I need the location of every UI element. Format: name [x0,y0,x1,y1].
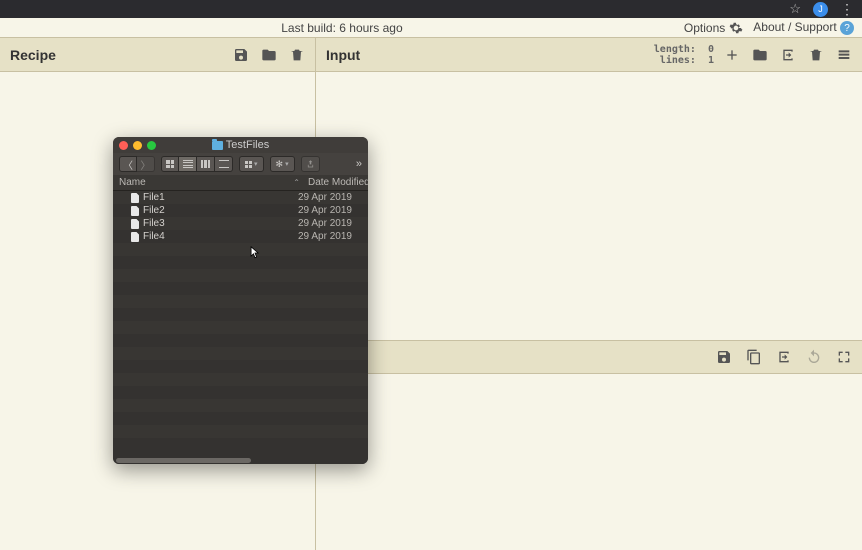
minimize-window-icon[interactable] [133,141,142,150]
close-window-icon[interactable] [119,141,128,150]
column-name-header[interactable]: Name [119,177,293,188]
file-date: 29 Apr 2019 [298,218,368,229]
input-panel-header: Input length: 0 lines: 1 [316,38,862,71]
bookmark-star-icon[interactable]: ☆ [789,1,801,17]
column-view-button[interactable] [197,156,215,172]
sort-ascending-icon: ⌃ [293,178,300,187]
empty-row [113,399,368,412]
app-info-bar: Last build: 6 hours ago Options About / … [0,18,862,38]
save-output-icon[interactable] [716,349,732,365]
file-date: 29 Apr 2019 [298,231,368,242]
open-folder-icon[interactable] [752,47,768,63]
file-row[interactable]: File3 29 Apr 2019 [113,217,368,230]
file-name: File2 [143,205,298,216]
add-icon[interactable] [724,47,740,63]
nav-buttons: 〈 〉 [119,156,155,172]
maximize-window-icon[interactable] [147,141,156,150]
view-mode-buttons [161,156,233,172]
options-label: Options [684,21,725,35]
file-name: File3 [143,218,298,229]
back-button[interactable]: 〈 [119,156,137,172]
gear-icon [729,21,743,35]
empty-row [113,243,368,256]
save-icon[interactable] [233,47,249,63]
recipe-title: Recipe [10,47,233,63]
options-link[interactable]: Options [684,21,743,35]
input-panel-body[interactable] [316,72,862,550]
empty-row [113,334,368,347]
column-date-header[interactable]: Date Modified [308,177,368,188]
empty-row [113,308,368,321]
empty-row [113,412,368,425]
file-row[interactable]: File2 29 Apr 2019 [113,204,368,217]
empty-row [113,321,368,334]
move-to-input-icon[interactable] [776,349,792,365]
empty-row [113,425,368,438]
finder-title-text: TestFiles [226,139,269,151]
folder-glyph-icon [212,141,223,150]
finder-column-header[interactable]: Name ⌃ Date Modified [113,175,368,191]
input-title: Input [326,47,654,63]
empty-row [113,386,368,399]
file-icon [131,193,139,203]
empty-row [113,295,368,308]
browser-menu-icon[interactable]: ⋮ [840,2,854,16]
empty-row [113,360,368,373]
finder-titlebar[interactable]: TestFiles [113,137,368,153]
file-date: 29 Apr 2019 [298,205,368,216]
forward-button[interactable]: 〉 [137,156,155,172]
trash-icon[interactable] [289,47,305,63]
file-icon [131,232,139,242]
finder-file-list[interactable]: File1 29 Apr 2019 File2 29 Apr 2019 File… [113,191,368,464]
file-row[interactable]: File4 29 Apr 2019 [113,230,368,243]
action-menu-button[interactable]: ✻▾ [270,156,295,172]
clear-input-icon[interactable] [808,47,824,63]
fullscreen-icon[interactable] [836,349,852,365]
about-support-link[interactable]: About / Support ? [753,20,854,36]
file-name: File1 [143,192,298,203]
file-date: 29 Apr 2019 [298,192,368,203]
toolbar-overflow-icon[interactable]: » [356,158,362,170]
gallery-view-button[interactable] [215,156,233,172]
folder-icon[interactable] [261,47,277,63]
undo-icon[interactable] [806,349,822,365]
profile-avatar[interactable]: J [813,2,828,17]
window-controls [119,141,156,150]
help-icon: ? [840,21,854,35]
empty-row [113,438,368,451]
file-name: File4 [143,231,298,242]
empty-row [113,256,368,269]
empty-row [113,373,368,386]
mouse-cursor-icon [250,246,260,260]
file-icon [131,206,139,216]
empty-row [113,347,368,360]
share-button[interactable] [301,156,320,172]
build-info: Last build: 6 hours ago [0,21,684,35]
recipe-panel-header: Recipe [0,38,316,71]
browser-top-bar: ☆ J ⋮ [0,0,862,18]
horizontal-scrollbar[interactable] [116,458,251,463]
copy-icon[interactable] [746,349,762,365]
finder-toolbar: 〈 〉 ▾ ✻▾ » [113,153,368,175]
import-icon[interactable] [780,47,796,63]
file-row[interactable]: File1 29 Apr 2019 [113,191,368,204]
about-label: About / Support [753,20,836,34]
file-icon [131,219,139,229]
input-stats: length: 0 lines: 1 [654,44,714,66]
finder-window[interactable]: TestFiles 〈 〉 ▾ ✻▾ » Name ⌃ Date Modifie… [113,137,368,464]
output-toolbar [316,340,862,374]
empty-row [113,282,368,295]
panels-header: Recipe Input length: 0 lines: 1 [0,38,862,72]
icon-view-button[interactable] [161,156,179,172]
list-view-button[interactable] [179,156,197,172]
group-by-button[interactable]: ▾ [239,156,264,172]
empty-row [113,269,368,282]
list-view-icon[interactable] [836,47,852,63]
